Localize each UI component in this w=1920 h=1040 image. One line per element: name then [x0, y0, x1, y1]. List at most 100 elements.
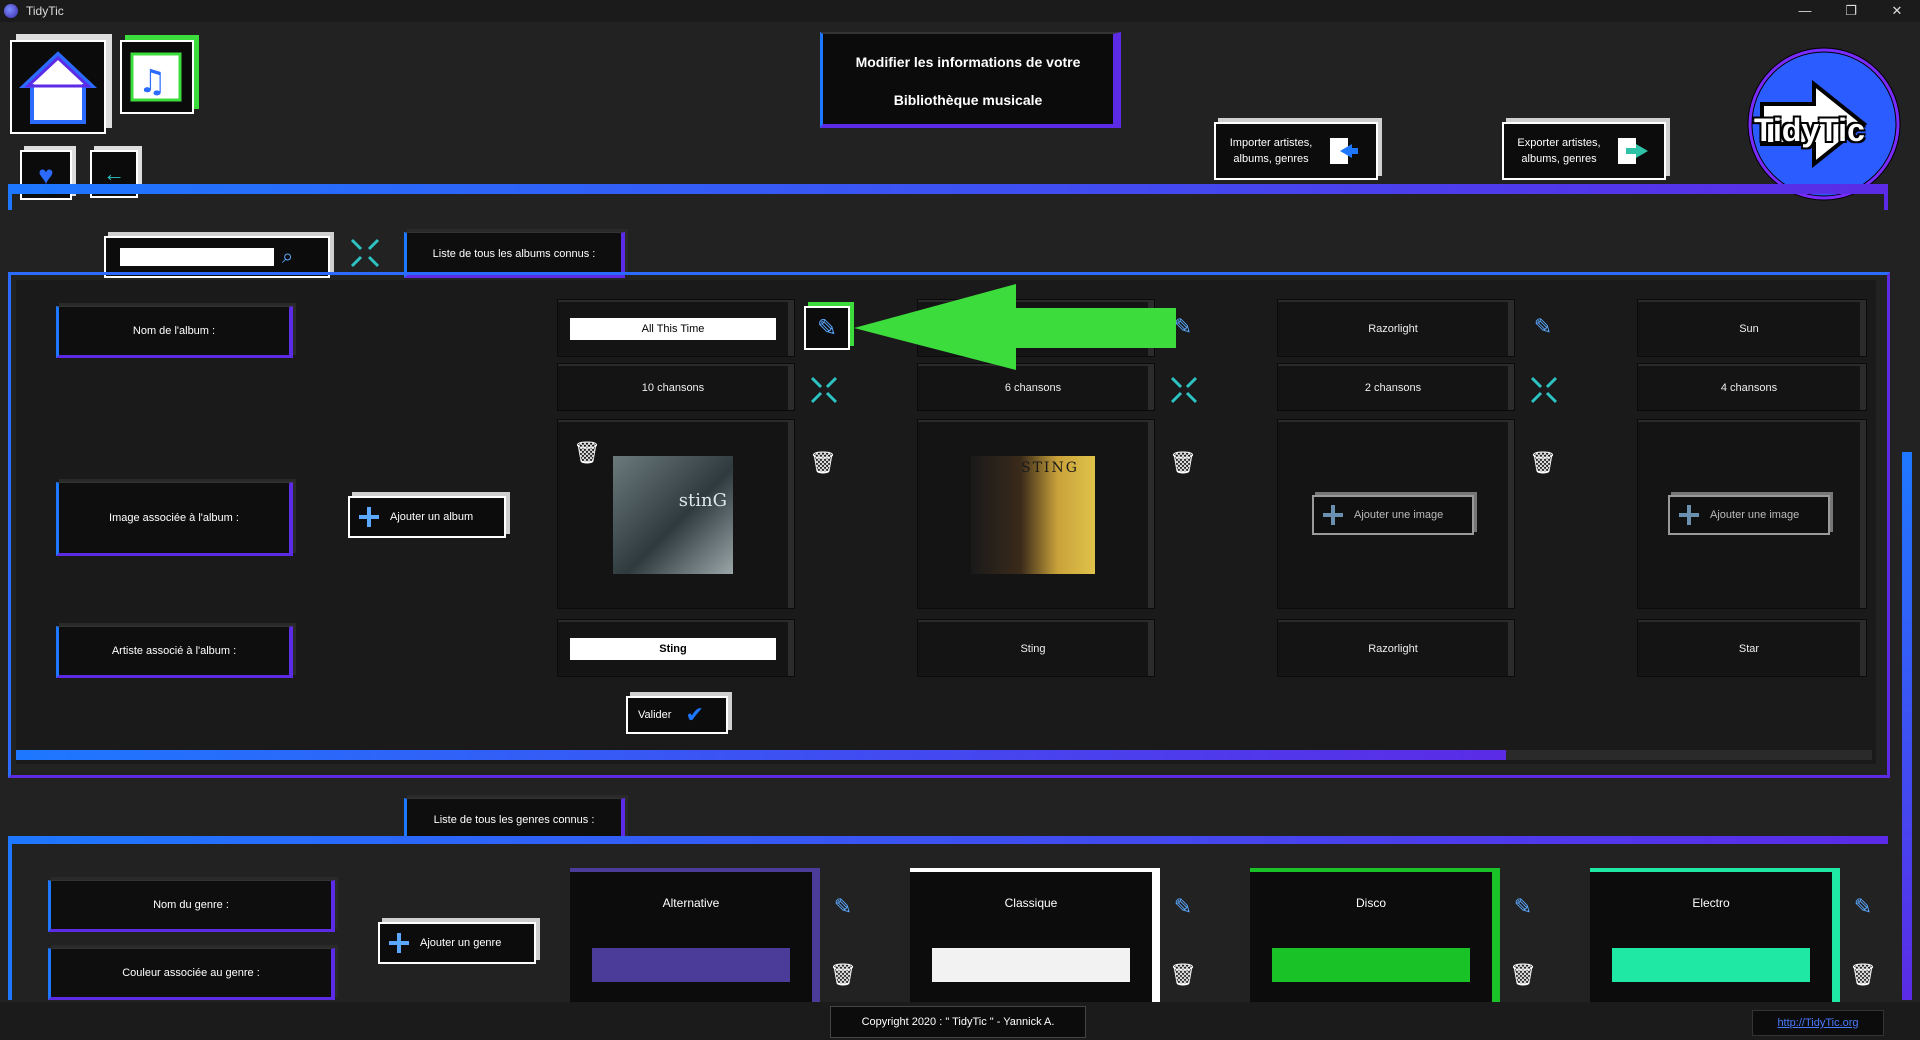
validate-button[interactable]: Valider ✔: [626, 696, 728, 734]
trash-icon: 🗑: [1529, 450, 1557, 475]
album-edit-button-active[interactable]: ✎: [804, 306, 850, 350]
album-name-label: Nom de l'album :: [56, 306, 293, 358]
trash-icon: 🗑: [1169, 450, 1197, 475]
trash-icon: 🗑: [573, 440, 601, 465]
close-button[interactable]: ✕: [1874, 0, 1920, 22]
trash-icon: 🗑: [1509, 962, 1537, 987]
add-genre-label: Ajouter un genre: [420, 937, 502, 949]
pencil-icon: ✎: [816, 314, 838, 342]
genres-rail: [12, 836, 1888, 844]
albums-scrollbar-thumb[interactable]: [16, 750, 1506, 760]
plus-icon: [358, 506, 380, 528]
page-title-line2: Bibliothèque musicale: [893, 92, 1043, 108]
app-logo-icon: [4, 4, 18, 18]
delete-image-button[interactable]: 🗑: [573, 440, 601, 466]
header-rail-left: [8, 184, 12, 210]
home-button[interactable]: [10, 40, 106, 134]
album-artist-cell: Star: [1638, 620, 1866, 676]
svg-text:♫: ♫: [138, 62, 167, 100]
album-cover-text: stinG: [678, 490, 727, 511]
add-image-button[interactable]: Ajouter une image: [1312, 495, 1474, 535]
album-expand-button[interactable]: [810, 376, 838, 407]
header-rail: [12, 184, 1888, 194]
album-cover-image: stinG: [613, 456, 733, 574]
album-artist-input[interactable]: Sting: [570, 638, 776, 660]
restore-button[interactable]: ❐: [1828, 0, 1874, 22]
genre-card[interactable]: Classique: [910, 868, 1160, 1004]
delete-album-button[interactable]: 🗑: [1169, 450, 1197, 476]
genre-delete-button[interactable]: 🗑: [829, 962, 857, 988]
arrow-left-icon: [854, 284, 1176, 370]
album-image-label: Image associée à l'album :: [56, 482, 293, 556]
plus-icon: [1678, 504, 1700, 526]
import-label: Importer artistes, albums, genres: [1229, 137, 1313, 165]
genre-color-swatch[interactable]: [592, 948, 790, 982]
album-edit-button[interactable]: ✎: [1530, 314, 1556, 340]
add-album-label: Ajouter un album: [390, 511, 474, 523]
genre-card[interactable]: Disco: [1250, 868, 1500, 1004]
album-artist-label: Artiste associé à l'album :: [56, 626, 293, 678]
genre-name: Disco: [1355, 896, 1386, 910]
website-link[interactable]: http://TidyTic.org: [1752, 1010, 1884, 1036]
genre-delete-button[interactable]: 🗑: [1849, 962, 1877, 988]
album-image-cell: STING: [918, 420, 1154, 608]
genre-edit-button[interactable]: ✎: [1850, 894, 1876, 920]
expand-arrows-icon: [350, 238, 380, 268]
plus-icon: [388, 932, 410, 954]
album-cover-image: STING: [971, 456, 1095, 574]
search-icon[interactable]: ⌕: [282, 246, 293, 269]
genre-edit-button[interactable]: ✎: [1170, 894, 1196, 920]
pencil-icon: ✎: [1173, 894, 1193, 919]
import-button[interactable]: Importer artistes, albums, genres: [1214, 122, 1378, 180]
genre-name: Electro: [1692, 896, 1730, 910]
export-icon: [1618, 138, 1648, 164]
page-scrollbar-thumb[interactable]: [1902, 452, 1912, 1000]
search-input[interactable]: [120, 248, 274, 266]
genre-color-swatch[interactable]: [1612, 948, 1810, 982]
add-image-button[interactable]: Ajouter une image: [1668, 495, 1830, 535]
album-songs-count: 2 chansons: [1278, 364, 1514, 410]
genre-name: Classique: [1004, 896, 1058, 910]
add-genre-button[interactable]: Ajouter un genre: [378, 922, 536, 964]
export-button[interactable]: Exporter artistes, albums, genres: [1502, 122, 1666, 180]
genre-edit-button[interactable]: ✎: [1510, 894, 1536, 920]
album-artist-cell: Sting: [558, 620, 794, 676]
pencil-icon: ✎: [1533, 314, 1553, 339]
genre-delete-button[interactable]: 🗑: [1509, 962, 1537, 988]
expand-arrows-icon: [810, 376, 838, 404]
genre-delete-button[interactable]: 🗑: [1169, 962, 1197, 988]
pencil-icon: ✎: [1853, 894, 1873, 919]
album-songs-count: 10 chansons: [558, 364, 794, 410]
app-logo: TidyTic: [1740, 42, 1904, 206]
checkmark-icon: ✔: [685, 702, 704, 727]
genre-color-swatch[interactable]: [932, 948, 1130, 982]
album-expand-button[interactable]: [1170, 376, 1198, 407]
export-label: Exporter artistes, albums, genres: [1517, 137, 1601, 165]
page-title: Modifier les informations de votre Bibli…: [820, 32, 1121, 128]
genre-card[interactable]: Alternative: [570, 868, 820, 1004]
genre-card[interactable]: Electro: [1590, 868, 1840, 1004]
genre-edit-button[interactable]: ✎: [830, 894, 856, 920]
logo-text: TidyTic: [1754, 112, 1865, 148]
album-name-cell: Razorlight: [1278, 300, 1514, 356]
album-name-input[interactable]: All This Time: [570, 318, 776, 340]
trash-icon: 🗑: [1169, 962, 1197, 987]
delete-album-button[interactable]: 🗑: [1529, 450, 1557, 476]
album-name-cell: All This Time: [558, 300, 794, 356]
genre-name-label: Nom du genre :: [48, 880, 335, 932]
page-title-line1: Modifier les informations de votre: [855, 54, 1081, 70]
music-edit-button[interactable]: ♫: [120, 40, 194, 114]
album-expand-button[interactable]: [1530, 376, 1558, 407]
delete-album-button[interactable]: 🗑: [809, 450, 837, 476]
copyright-text: Copyright 2020 : " TidyTic " - Yannick A…: [830, 1006, 1086, 1038]
collapse-all-button[interactable]: [348, 236, 382, 270]
expand-arrows-icon: [1530, 376, 1558, 404]
add-image-label: Ajouter une image: [1710, 509, 1800, 521]
add-album-button[interactable]: Ajouter un album: [348, 496, 506, 538]
genre-color-label: Couleur associée au genre :: [48, 948, 335, 1000]
trash-icon: 🗑: [1849, 962, 1877, 987]
album-artist-cell: Razorlight: [1278, 620, 1514, 676]
add-image-label: Ajouter une image: [1354, 509, 1444, 521]
minimize-button[interactable]: —: [1782, 0, 1828, 22]
genre-color-swatch[interactable]: [1272, 948, 1470, 982]
